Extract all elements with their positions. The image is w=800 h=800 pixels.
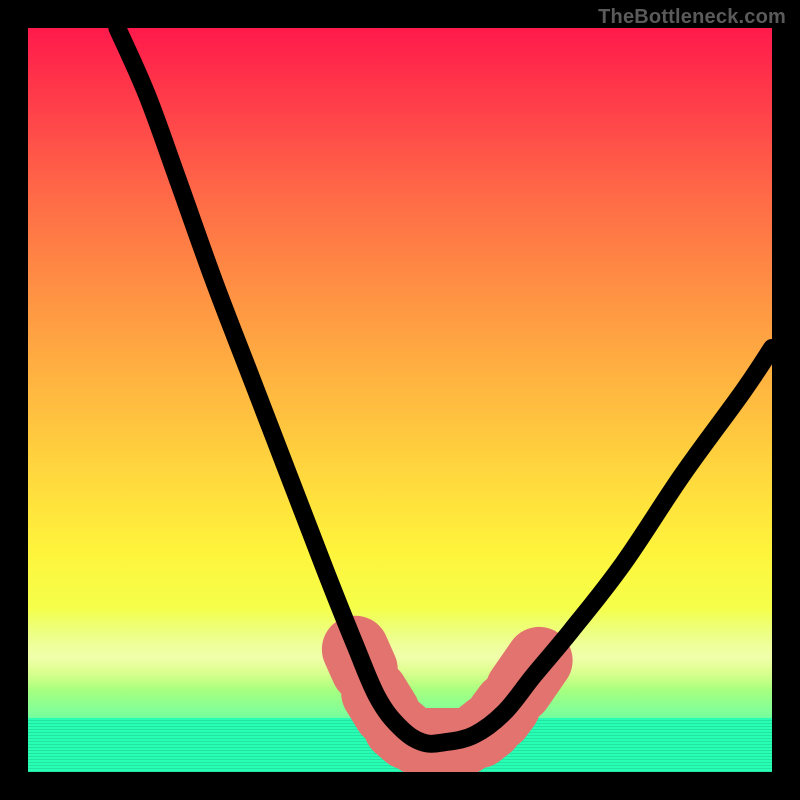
bottleneck-curve xyxy=(117,28,772,744)
attribution-text: TheBottleneck.com xyxy=(598,6,786,29)
plot-area xyxy=(28,28,772,772)
outer-frame: TheBottleneck.com xyxy=(0,0,800,800)
curve-svg xyxy=(28,28,772,772)
